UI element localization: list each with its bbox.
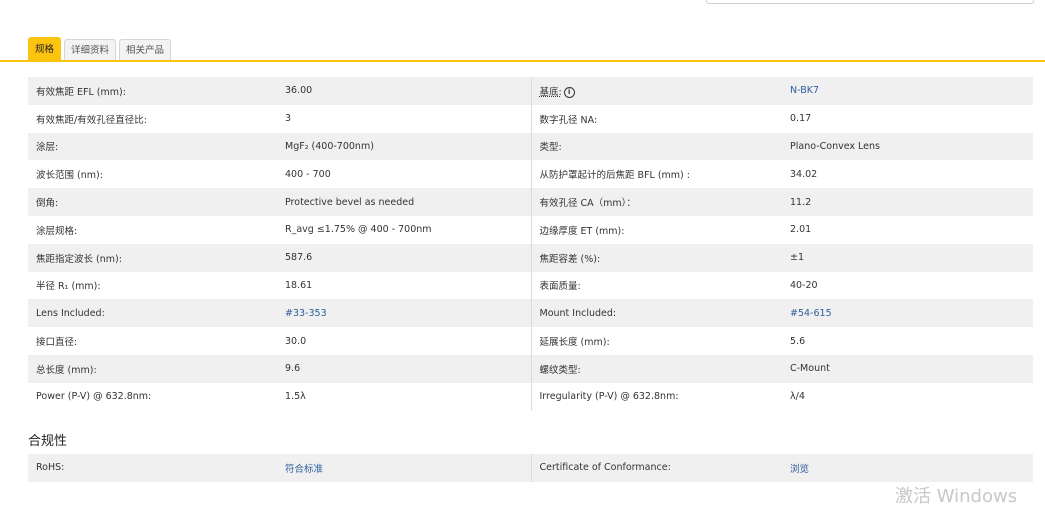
spec-label: Certificate of Conformance: xyxy=(530,454,782,482)
table-row: 涂层: MgF₂ (400-700nm) 类型: Plano-Convex Le… xyxy=(28,132,1033,161)
spec-label: 接口直径: xyxy=(36,337,78,349)
spec-value: 9.6 xyxy=(277,354,531,383)
compliance-title: 合规性 xyxy=(28,434,68,449)
tab-specs[interactable]: 规格 xyxy=(28,37,62,61)
spec-label: 从防护罩起计的后焦距 BFL (mm) : xyxy=(530,160,782,189)
spec-label: 焦距指定波长 (nm): xyxy=(28,243,277,272)
spec-label: 延展长度 (mm): xyxy=(530,327,782,355)
table-row: 总长度 (mm): 9.6 螺纹类型: C-Mount xyxy=(28,354,1033,383)
spec-label: 数字孔径 NA: xyxy=(530,104,782,133)
substrate-label[interactable]: 基底: xyxy=(540,87,562,98)
spec-value: 30.0 xyxy=(285,335,307,347)
spec-value: 5.6 xyxy=(790,335,806,347)
spec-label: 有效焦距/有效孔径直径比: xyxy=(36,114,147,126)
spec-value: Protective bevel as needed xyxy=(277,188,531,216)
table-row: 半径 R₁ (mm): 18.61 表面质量: 40-20 xyxy=(28,271,1033,300)
rohs-link[interactable]: 符合标准 xyxy=(285,464,323,475)
spec-value[interactable]: 浏览 xyxy=(782,454,1033,482)
tab-details[interactable]: 详细资料 xyxy=(64,39,117,61)
table-row: 有效焦距/有效孔径直径比: 3 数字孔径 NA: 0.17 xyxy=(28,104,1033,133)
spec-label: 有效孔径 CA（mm）： xyxy=(530,188,782,216)
spec-value: λ/4 xyxy=(790,391,805,403)
spec-value: 18.61 xyxy=(285,279,313,291)
table-row: RoHS: 符合标准 Certificate of Conformance: 浏… xyxy=(28,454,1033,482)
spec-value: C-Mount xyxy=(782,354,1033,383)
spec-value: 3 xyxy=(285,113,292,125)
spec-value: ±1 xyxy=(782,243,1033,272)
spec-value: 1.5λ xyxy=(285,391,306,403)
spec-value: 40-20 xyxy=(790,279,818,291)
spec-value: 2.01 xyxy=(790,224,812,236)
certificate-browse-link[interactable]: 浏览 xyxy=(790,464,809,475)
compliance-table: RoHS: 符合标准 Certificate of Conformance: 浏… xyxy=(28,454,1033,482)
info-icon[interactable]: i xyxy=(563,86,575,98)
spec-label: 边缘厚度 ET (mm): xyxy=(530,215,782,244)
spec-label: 波长范围 (nm): xyxy=(36,170,103,182)
spec-label: Lens Included: xyxy=(28,299,277,328)
spec-table: 有效焦距 EFL (mm): 36.00 基底: i N-BK7 有效焦距/有效孔… xyxy=(28,77,1033,411)
spec-value: R_avg ≤1.75% @ 400 - 700nm xyxy=(285,224,432,236)
table-row: Power (P-V) @ 632.8nm: 1.5λ Irregularity… xyxy=(28,382,1033,411)
table-row: 接口直径: 30.0 延展长度 (mm): 5.6 xyxy=(28,327,1033,355)
spec-label: 总长度 (mm): xyxy=(28,354,277,383)
spec-label: 焦距容差 (%): xyxy=(530,243,782,272)
spec-label: Power (P-V) @ 632.8nm: xyxy=(36,391,152,403)
spec-value: 587.6 xyxy=(277,243,531,272)
spec-value[interactable]: N-BK7 xyxy=(782,77,1033,105)
table-row: Lens Included: #33-353 Mount Included: #… xyxy=(28,299,1033,328)
tab-bar: 规格 详细资料 相关产品 xyxy=(28,36,172,61)
mount-included-link[interactable]: #54-615 xyxy=(790,308,832,319)
spec-label: 倒角: xyxy=(28,188,277,216)
table-row: 波长范围 (nm): 400 - 700 从防护罩起计的后焦距 BFL (mm)… xyxy=(28,160,1033,189)
spec-label: 半径 R₁ (mm): xyxy=(36,281,101,293)
tab-underline xyxy=(0,60,1045,62)
spec-label: 有效焦距 EFL (mm): xyxy=(28,77,277,105)
spec-value: 11.2 xyxy=(782,188,1033,216)
spec-value: 0.17 xyxy=(790,113,812,125)
activate-windows-watermark: 激活 Windows xyxy=(895,486,1018,507)
table-row: 有效焦距 EFL (mm): 36.00 基底: i N-BK7 xyxy=(28,77,1033,105)
lens-included-link[interactable]: #33-353 xyxy=(285,308,327,319)
substrate-link[interactable]: N-BK7 xyxy=(790,85,819,96)
search-input[interactable] xyxy=(706,0,1034,4)
spec-value: 36.00 xyxy=(277,77,531,105)
spec-value: Plano-Convex Lens xyxy=(782,132,1033,161)
spec-label: RoHS: xyxy=(28,454,277,482)
spec-label: 表面质量: xyxy=(530,271,782,300)
spec-value: 34.02 xyxy=(790,168,818,180)
tab-related-products[interactable]: 相关产品 xyxy=(119,39,172,61)
spec-label: Irregularity (P-V) @ 632.8nm: xyxy=(530,382,782,411)
spec-value: 400 - 700 xyxy=(285,168,331,180)
spec-value[interactable]: 符合标准 xyxy=(277,454,531,482)
spec-value[interactable]: #54-615 xyxy=(782,299,1033,328)
table-row: 倒角: Protective bevel as needed 有效孔径 CA（m… xyxy=(28,188,1033,216)
spec-label: Mount Included: xyxy=(530,299,782,328)
spec-label: 螺纹类型: xyxy=(530,354,782,383)
spec-value[interactable]: #33-353 xyxy=(277,299,531,328)
spec-label: 涂层: xyxy=(28,132,277,161)
spec-label: 涂层规格: xyxy=(36,225,78,237)
spec-label[interactable]: 基底: i xyxy=(530,77,782,105)
table-row: 焦距指定波长 (nm): 587.6 焦距容差 (%): ±1 xyxy=(28,243,1033,272)
table-row: 涂层规格: R_avg ≤1.75% @ 400 - 700nm 边缘厚度 ET… xyxy=(28,215,1033,244)
spec-label: 类型: xyxy=(530,132,782,161)
spec-value: MgF₂ (400-700nm) xyxy=(277,132,531,161)
